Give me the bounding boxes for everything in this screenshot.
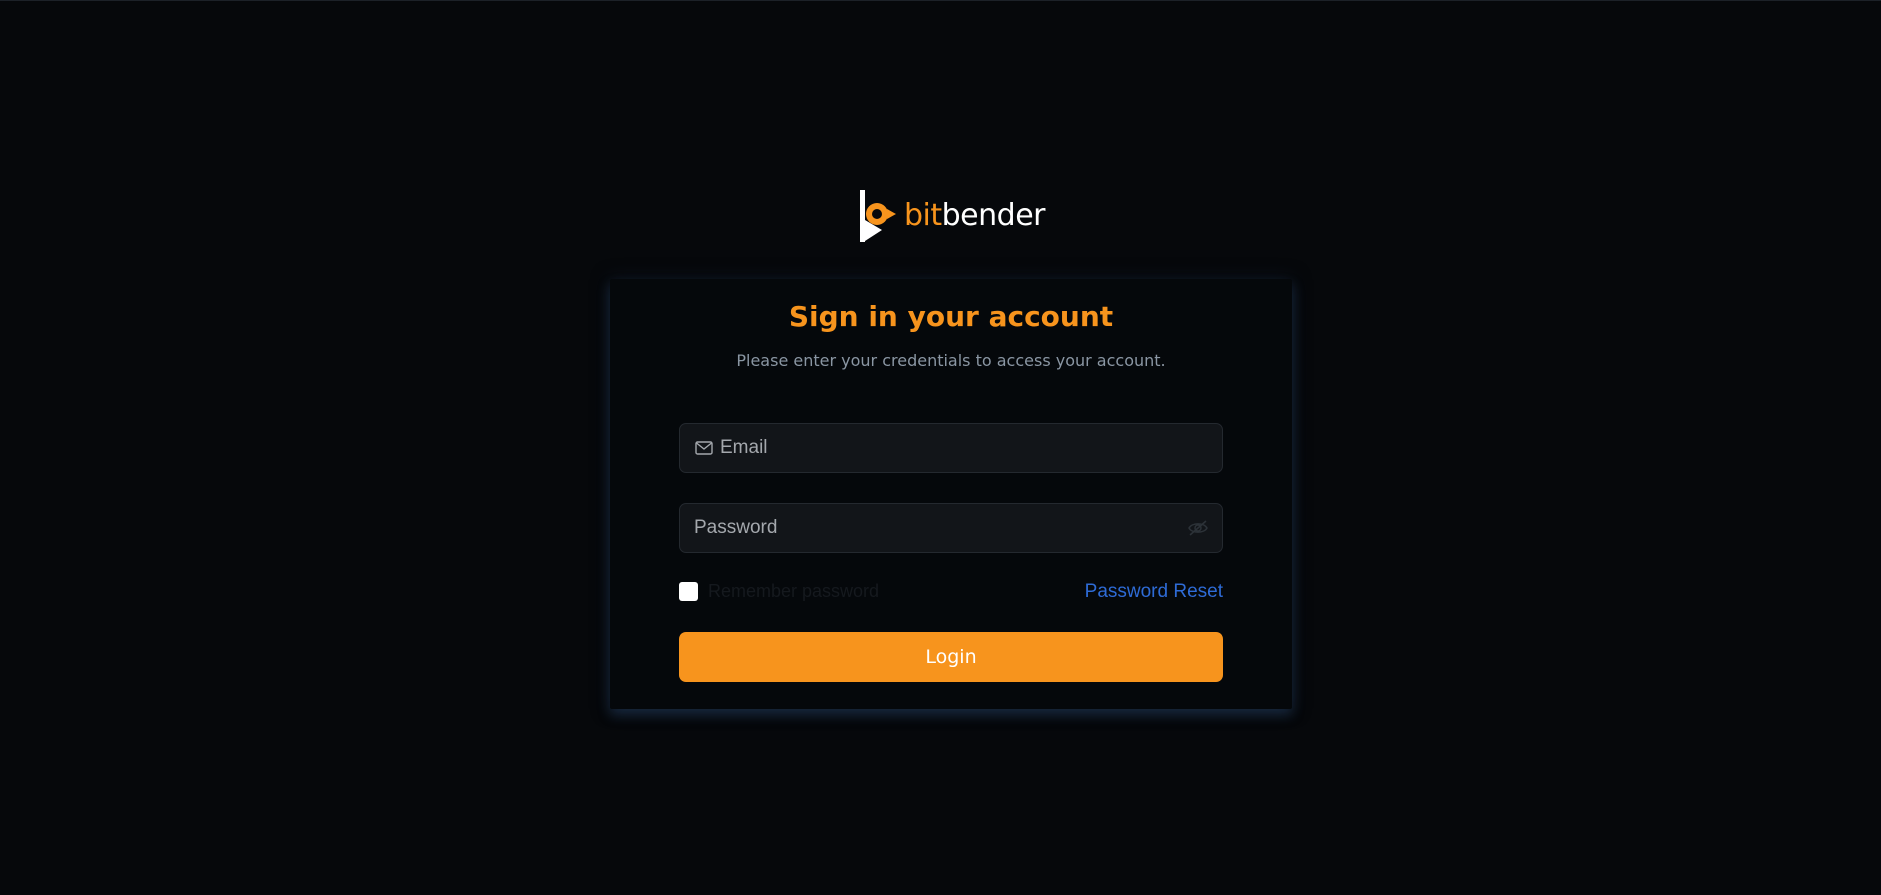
- email-field[interactable]: [679, 423, 1223, 473]
- brand-name-bender: bender: [941, 198, 1046, 233]
- brand-name: bitbender: [904, 198, 1046, 233]
- brand-name-bit: bit: [904, 198, 942, 233]
- password-input[interactable]: [680, 504, 1186, 552]
- login-button[interactable]: Login: [679, 632, 1223, 682]
- remember-label: Remember password: [708, 581, 880, 601]
- page-title: Sign in your account: [788, 300, 1114, 333]
- remember-password[interactable]: Remember password: [679, 581, 879, 602]
- login-card: Sign in your account Please enter your c…: [610, 279, 1292, 709]
- page-subtitle: Please enter your credentials to access …: [736, 351, 1166, 370]
- email-input[interactable]: [714, 424, 1222, 472]
- remember-checkbox[interactable]: [679, 582, 698, 601]
- eye-off-icon[interactable]: [1186, 516, 1210, 540]
- login-page: bitbender Sign in your account Please en…: [0, 0, 1881, 895]
- play-b-logo-icon: [860, 190, 896, 242]
- password-field[interactable]: [679, 503, 1223, 553]
- password-reset-link[interactable]: Password Reset: [1085, 581, 1223, 603]
- brand-logo: bitbender: [858, 190, 1046, 242]
- envelope-icon: [694, 438, 714, 458]
